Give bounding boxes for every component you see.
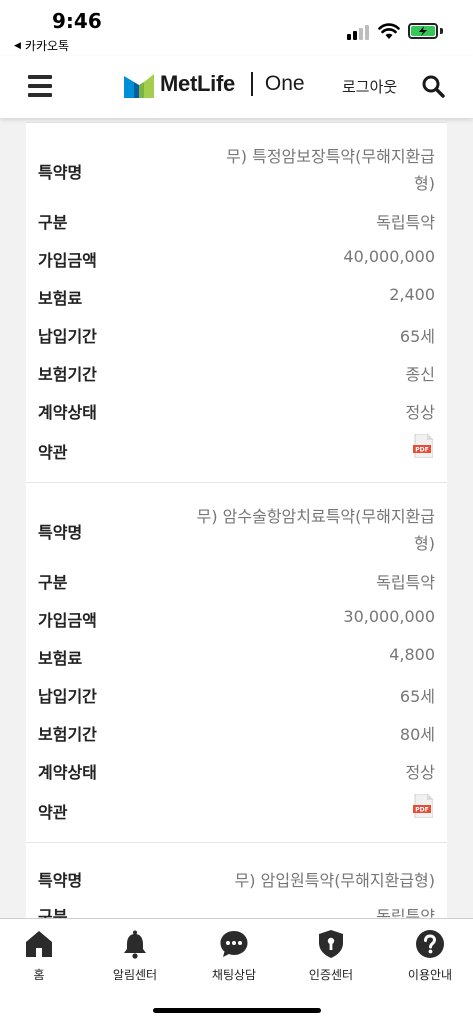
back-to-app-link[interactable]: ◀ 카카오톡	[14, 37, 69, 54]
label-payment-period: 납입기간	[38, 687, 97, 706]
nav-home-label: 홈	[33, 968, 45, 982]
amount-value: 30,000,000	[343, 607, 435, 626]
premium-value: 2,400	[389, 285, 435, 304]
bell-icon	[124, 930, 146, 959]
status-time: 9:46	[52, 9, 102, 33]
contract-card: 특약명 무) 암수술항암치료특약(무해지환급형) 구분 독립특약 가입금액 30…	[26, 482, 447, 844]
svg-text:PDF: PDF	[415, 807, 428, 814]
hamburger-menu-icon[interactable]	[28, 75, 52, 97]
label-terms: 약관	[38, 803, 68, 822]
amount-value: 40,000,000	[343, 247, 435, 266]
status-value: 정상	[405, 763, 435, 782]
metlife-m-logo-icon	[124, 74, 154, 98]
label-category: 구분	[38, 573, 68, 592]
nav-certification[interactable]: 인증센터	[286, 929, 376, 989]
home-indicator[interactable]	[153, 1008, 321, 1013]
home-icon	[26, 931, 52, 957]
home-indicator-area	[0, 992, 473, 1024]
shield-lock-icon	[319, 930, 343, 958]
category-value: 독립특약	[376, 573, 435, 592]
svg-text:PDF: PDF	[415, 447, 428, 454]
category-value: 독립특약	[376, 907, 435, 918]
label-name: 특약명	[38, 871, 83, 890]
logo-text: MetLife	[160, 71, 235, 96]
contract-list[interactable]: 특약명 무) 특정암보장특약(무해지환급형) 구분 독립특약 가입금액 40,0…	[0, 118, 473, 918]
bottom-nav: 홈 알림센터 채팅상담 인증센터 이용안내	[0, 918, 473, 992]
label-status: 계약상태	[38, 763, 97, 782]
label-premium: 보험료	[38, 649, 83, 668]
coverage-period-value: 종신	[405, 365, 435, 384]
nav-certification-label: 인증센터	[308, 968, 354, 982]
logo-sub: One	[264, 72, 305, 95]
label-category: 구분	[38, 907, 68, 918]
chat-icon	[220, 931, 248, 957]
contract-card: 특약명 무) 특정암보장특약(무해지환급형) 구분 독립특약 가입금액 40,0…	[26, 122, 447, 484]
label-amount: 가입금액	[38, 611, 97, 630]
nav-help-label: 이용안내	[407, 968, 453, 982]
back-app-label: 카카오톡	[24, 39, 70, 53]
logo-divider	[250, 72, 253, 96]
category-value: 독립특약	[376, 213, 435, 232]
nav-notifications-label: 알림센터	[112, 968, 158, 982]
battery-tip	[440, 28, 443, 34]
label-name: 특약명	[38, 523, 83, 542]
payment-period-value: 65세	[399, 687, 435, 706]
status-value: 정상	[405, 403, 435, 422]
pdf-icon[interactable]: PDF	[413, 794, 433, 818]
label-name: 특약명	[38, 163, 83, 182]
status-bar: 9:46 ◀ 카카오톡	[0, 0, 473, 56]
battery-icon	[408, 23, 438, 39]
label-premium: 보험료	[38, 289, 83, 308]
contract-card: 특약명 무) 암입원특약(무해지환급형) 구분 독립특약	[26, 842, 447, 918]
premium-value: 4,800	[389, 645, 435, 664]
nav-notifications[interactable]: 알림센터	[90, 929, 180, 989]
label-coverage-period: 보험기간	[38, 725, 97, 744]
label-status: 계약상태	[38, 403, 97, 422]
label-amount: 가입금액	[38, 251, 97, 270]
nav-home[interactable]: 홈	[0, 929, 84, 989]
label-terms: 약관	[38, 443, 68, 462]
nav-help[interactable]: 이용안내	[385, 929, 473, 989]
contract-name-value: 무) 암수술항암치료특약(무해지환급형)	[196, 507, 435, 553]
search-icon[interactable]	[421, 74, 445, 98]
contract-name-value: 무) 특정암보장특약(무해지환급형)	[226, 147, 435, 193]
help-icon	[416, 930, 444, 958]
pdf-icon[interactable]: PDF	[413, 434, 433, 458]
cellular-signal-icon	[347, 25, 369, 40]
back-triangle-icon: ◀	[14, 40, 21, 51]
label-coverage-period: 보험기간	[38, 365, 97, 384]
wifi-icon	[378, 23, 400, 39]
label-category: 구분	[38, 213, 68, 232]
contract-name-value: 무) 암입원특약(무해지환급형)	[234, 871, 435, 890]
metlife-logo[interactable]: MetLife One	[124, 70, 305, 98]
payment-period-value: 65세	[399, 327, 435, 346]
nav-chat-label: 채팅상담	[211, 968, 257, 982]
nav-chat[interactable]: 채팅상담	[189, 929, 279, 989]
logout-button[interactable]: 로그아웃	[342, 76, 397, 97]
coverage-period-value: 80세	[399, 725, 435, 744]
app-header: MetLife One 로그아웃	[0, 56, 473, 118]
label-payment-period: 납입기간	[38, 327, 97, 346]
